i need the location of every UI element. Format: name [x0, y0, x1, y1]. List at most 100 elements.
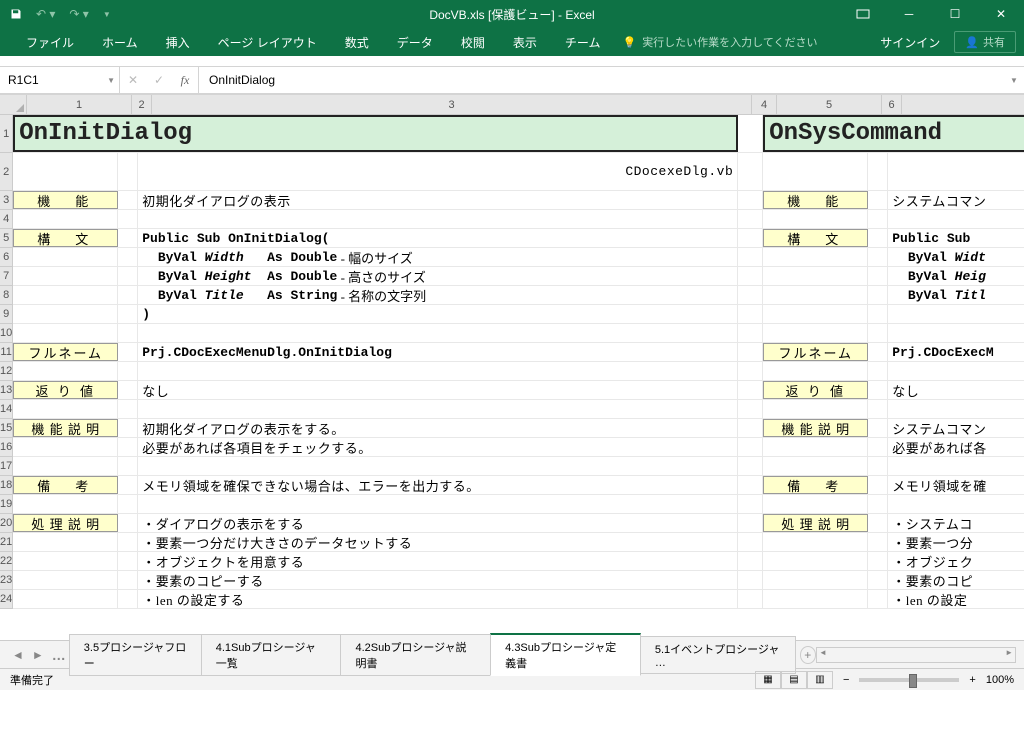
- cell[interactable]: [13, 533, 118, 551]
- cell[interactable]: ・len の設定: [888, 590, 1024, 608]
- cell[interactable]: システムコマン: [888, 419, 1024, 437]
- tab-review[interactable]: 校閲: [447, 28, 499, 56]
- cell[interactable]: [738, 267, 763, 285]
- row-header[interactable]: 21: [0, 533, 13, 552]
- cell[interactable]: [738, 419, 763, 437]
- cell[interactable]: [868, 419, 888, 437]
- cell[interactable]: [738, 324, 763, 342]
- cell[interactable]: [118, 267, 138, 285]
- cell[interactable]: ByVal Width As Double - 幅のサイズ: [138, 248, 738, 266]
- cell[interactable]: [763, 533, 868, 551]
- cell[interactable]: [13, 286, 118, 304]
- cell[interactable]: [888, 324, 1024, 342]
- cell[interactable]: [118, 457, 138, 475]
- row-header[interactable]: 8: [0, 286, 13, 305]
- view-layout-icon[interactable]: ▤: [781, 671, 807, 689]
- cell[interactable]: [738, 115, 763, 152]
- cell[interactable]: ・要素一つ分: [888, 533, 1024, 551]
- cell[interactable]: [868, 438, 888, 456]
- label-cell[interactable]: フルネーム: [13, 343, 118, 361]
- cell[interactable]: [13, 590, 118, 608]
- label-cell[interactable]: 処 理 説 明: [763, 514, 868, 532]
- row-header[interactable]: 1: [0, 115, 13, 153]
- row-header[interactable]: 9: [0, 305, 13, 324]
- select-all-button[interactable]: [0, 95, 27, 114]
- cell[interactable]: [138, 324, 738, 342]
- cell[interactable]: [763, 153, 868, 190]
- cell[interactable]: [868, 153, 888, 190]
- cell[interactable]: [868, 210, 888, 228]
- cell[interactable]: 必要があれば各項目をチェックする。: [138, 438, 738, 456]
- cell[interactable]: [738, 305, 763, 323]
- row-header[interactable]: 17: [0, 457, 13, 476]
- fx-icon[interactable]: fx: [172, 73, 198, 88]
- cell[interactable]: [738, 590, 763, 608]
- cell[interactable]: [738, 438, 763, 456]
- title-cell[interactable]: OnInitDialog: [13, 115, 738, 152]
- label-cell[interactable]: 機 能: [13, 191, 118, 209]
- cell[interactable]: [13, 438, 118, 456]
- label-cell[interactable]: 構 文: [13, 229, 118, 247]
- label-cell[interactable]: 返 り 値: [763, 381, 868, 399]
- cell[interactable]: [763, 286, 868, 304]
- row-header[interactable]: 22: [0, 552, 13, 571]
- row-header[interactable]: 7: [0, 267, 13, 286]
- cell[interactable]: [738, 400, 763, 418]
- cell[interactable]: [868, 495, 888, 513]
- cell[interactable]: [763, 305, 868, 323]
- cell[interactable]: [118, 305, 138, 323]
- cell[interactable]: [763, 248, 868, 266]
- row-header[interactable]: 13: [0, 381, 13, 400]
- cell[interactable]: [118, 343, 138, 361]
- cell[interactable]: [738, 210, 763, 228]
- cell[interactable]: [138, 400, 738, 418]
- label-cell[interactable]: 機 能 説 明: [13, 419, 118, 437]
- formula-input[interactable]: OnInitDialog: [199, 67, 1004, 93]
- cell[interactable]: メモリ領域を確保できない場合は、エラーを出力する。: [138, 476, 738, 494]
- row-header[interactable]: 24: [0, 590, 13, 609]
- cell[interactable]: [763, 362, 868, 380]
- row-header[interactable]: 14: [0, 400, 13, 419]
- cell[interactable]: [738, 476, 763, 494]
- cell[interactable]: ByVal Title As String - 名称の文字列: [138, 286, 738, 304]
- cell[interactable]: [13, 362, 118, 380]
- cell[interactable]: [738, 191, 763, 209]
- signin-link[interactable]: サインイン: [880, 34, 940, 51]
- cell[interactable]: Prj.CDocExecMenuDlg.OnInitDialog: [138, 343, 738, 361]
- cell[interactable]: [738, 153, 763, 190]
- cell[interactable]: [763, 400, 868, 418]
- cell[interactable]: [738, 533, 763, 551]
- cell[interactable]: [13, 571, 118, 589]
- view-pagebreak-icon[interactable]: ▥: [807, 671, 833, 689]
- cell[interactable]: [738, 457, 763, 475]
- label-cell[interactable]: 返 り 値: [13, 381, 118, 399]
- col-header[interactable]: 3: [152, 95, 752, 114]
- tab-formulas[interactable]: 数式: [331, 28, 383, 56]
- cell[interactable]: [13, 305, 118, 323]
- tab-view[interactable]: 表示: [499, 28, 551, 56]
- cell[interactable]: [118, 286, 138, 304]
- cell[interactable]: [868, 324, 888, 342]
- cell[interactable]: [738, 381, 763, 399]
- cell[interactable]: ・オブジェク: [888, 552, 1024, 570]
- cell[interactable]: [868, 305, 888, 323]
- tab-nav-prev[interactable]: ◄: [8, 648, 28, 662]
- zoom-in-button[interactable]: +: [969, 674, 975, 686]
- cell[interactable]: [868, 590, 888, 608]
- cell[interactable]: [763, 495, 868, 513]
- cell[interactable]: [13, 400, 118, 418]
- name-box[interactable]: R1C1 ▼: [0, 67, 120, 93]
- tab-overflow[interactable]: …: [48, 647, 70, 663]
- cell[interactable]: メモリ領域を確: [888, 476, 1024, 494]
- cell[interactable]: [763, 571, 868, 589]
- cell[interactable]: [738, 229, 763, 247]
- cell[interactable]: ): [138, 305, 738, 323]
- cell[interactable]: ・要素一つ分だけ大きさのデータセットする: [138, 533, 738, 551]
- cell[interactable]: ・システムコ: [888, 514, 1024, 532]
- cell[interactable]: [118, 400, 138, 418]
- label-cell[interactable]: 構 文: [763, 229, 868, 247]
- formula-expand-icon[interactable]: ▼: [1004, 67, 1024, 93]
- cell[interactable]: Public Sub OnInitDialog(: [138, 229, 738, 247]
- cell[interactable]: [738, 362, 763, 380]
- cell[interactable]: [13, 457, 118, 475]
